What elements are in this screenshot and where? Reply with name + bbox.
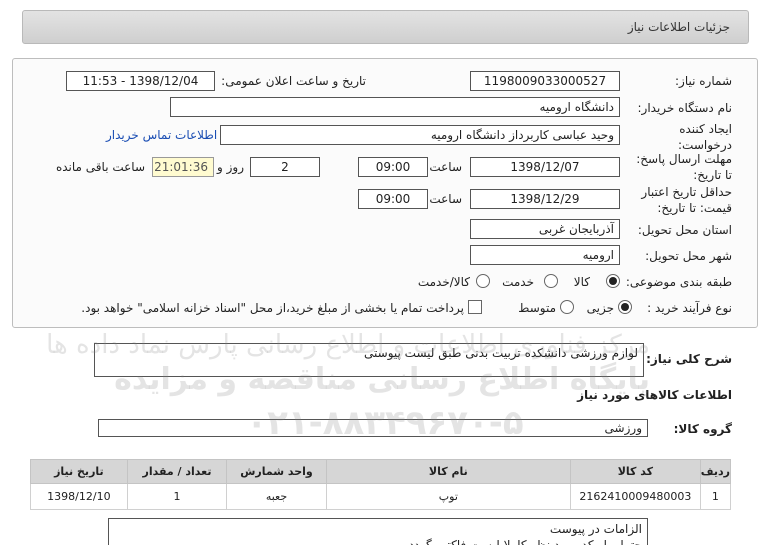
goods-table: ردیف کد کالا نام کالا واحد شمارش تعداد /… <box>30 459 732 510</box>
deadline-label-line1: مهلت ارسال پاسخ: <box>636 152 732 166</box>
col-row-number: ردیف <box>699 459 732 484</box>
goods-table-header: ردیف کد کالا نام کالا واحد شمارش تعداد /… <box>30 459 732 484</box>
city-field[interactable]: ارومیه <box>470 245 620 265</box>
table-row[interactable]: 1 2162410009480003 توپ جعبه 1 1398/12/10 <box>30 483 732 510</box>
validity-time-field[interactable]: 09:00 <box>358 189 428 209</box>
category-goods-radio[interactable] <box>606 274 620 288</box>
announce-datetime-field[interactable]: 1398/12/04 - 11:53 <box>66 71 215 91</box>
deadline-time-field[interactable]: 09:00 <box>358 157 428 177</box>
col-need-date: تاریخ نیاز <box>30 459 128 484</box>
city-label: شهر محل تحویل: <box>645 249 732 263</box>
description-field[interactable]: لوازم ورزشی دانشکده تربیت بدنی طبق لیست … <box>94 343 644 377</box>
validity-time-label: ساعت <box>429 192 462 206</box>
goods-group-field[interactable]: ورزشی <box>98 419 648 437</box>
col-goods-code: کد کالا <box>569 459 701 484</box>
category-goods-service-radio[interactable] <box>476 274 490 288</box>
description-label: شرح کلی نیاز: <box>646 352 732 366</box>
need-number-field[interactable]: 1198009033000527 <box>470 71 620 91</box>
cell-row-number: 1 <box>699 483 732 510</box>
category-service-radio[interactable] <box>544 274 558 288</box>
validity-date-field[interactable]: 1398/12/29 <box>470 189 620 209</box>
cell-goods-name: توپ <box>325 483 571 510</box>
requirements-line2: حتما و ایرکد مورد نظر کاملا لیست فاکتور … <box>408 538 642 545</box>
remaining-time-label: ساعت باقی مانده <box>55 160 145 174</box>
col-quantity: تعداد / مقدار <box>126 459 228 484</box>
deadline-label-line2: تا تاریخ: <box>693 168 732 182</box>
category-label: طبقه بندی موضوعی: <box>625 275 732 289</box>
cell-unit: جعبه <box>226 483 327 510</box>
requirements-field[interactable]: الزامات در پیوست حتما و ایرکد مورد نظر ک… <box>108 518 648 545</box>
purchase-medium-radio[interactable] <box>560 300 574 314</box>
requirements-line1: الزامات در پیوست <box>549 522 642 536</box>
creator-field[interactable]: وحید عباسی کاربرداز دانشگاه ارومیه <box>220 125 620 145</box>
validity-label-line1: حداقل تاریخ اعتبار <box>641 185 732 199</box>
goods-info-title: اطلاعات کالاهای مورد نیاز <box>577 388 732 402</box>
validity-label-line2: قیمت: تا تاریخ: <box>657 201 732 215</box>
deadline-time-label: ساعت <box>429 160 462 174</box>
buyer-contact-link[interactable]: اطلاعات تماس خریدار <box>106 128 217 142</box>
col-unit: واحد شمارش <box>226 459 327 484</box>
creator-label-line2: درخواست: <box>678 138 732 152</box>
remaining-time-field: 21:01:36 <box>152 157 214 177</box>
cell-need-date: 1398/12/10 <box>30 483 128 510</box>
page-title: جزئیات اطلاعات نیاز <box>627 20 730 34</box>
cell-goods-code: 2162410009480003 <box>569 483 701 510</box>
goods-group-label: گروه کالا: <box>673 422 732 436</box>
purchase-minor-label: جزیی <box>586 301 614 315</box>
need-number-label: شماره نیاز: <box>675 74 732 88</box>
buyer-field[interactable]: دانشگاه ارومیه <box>170 97 620 117</box>
buyer-label: نام دستگاه خریدار: <box>637 101 733 115</box>
treasury-payment-checkbox[interactable] <box>468 300 482 314</box>
announce-datetime-label: تاریخ و ساعت اعلان عمومی: <box>221 74 366 88</box>
creator-label-line1: ایجاد کننده <box>679 122 732 136</box>
days-label: روز و <box>217 160 244 174</box>
page-header: جزئیات اطلاعات نیاز <box>22 10 749 44</box>
category-goods-service-label: کالا/خدمت <box>417 275 470 289</box>
cell-quantity: 1 <box>126 483 228 510</box>
province-field[interactable]: آذربایجان غربی <box>470 219 620 239</box>
category-service-label: خدمت <box>502 275 534 289</box>
purchase-minor-radio[interactable] <box>618 300 632 314</box>
purchase-medium-label: متوسط <box>518 301 556 315</box>
col-goods-name: نام کالا <box>325 459 571 484</box>
days-remaining-field[interactable]: 2 <box>250 157 320 177</box>
purchase-type-label: نوع فرآیند خرید : <box>647 301 732 315</box>
province-label: استان محل تحویل: <box>637 223 732 237</box>
treasury-payment-label: پرداخت تمام یا بخشی از مبلغ خرید،از محل … <box>81 301 464 315</box>
deadline-date-field[interactable]: 1398/12/07 <box>470 157 620 177</box>
category-goods-label: کالا <box>573 275 590 289</box>
